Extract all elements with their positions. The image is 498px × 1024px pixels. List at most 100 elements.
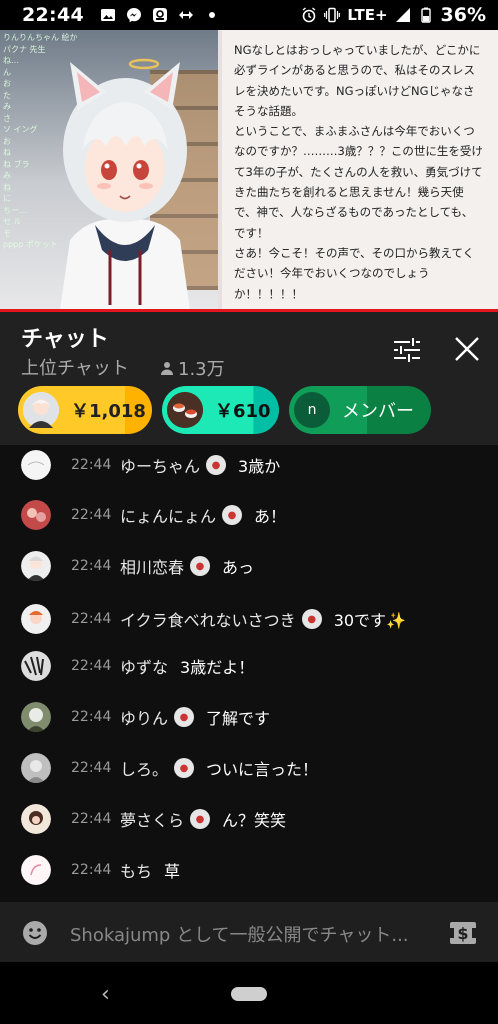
avatar: [21, 500, 51, 530]
message-author: ゆりん: [120, 709, 169, 728]
avatar: [21, 450, 51, 480]
message-author: 夢さくら: [120, 811, 185, 830]
chat-title: チャット: [21, 327, 109, 352]
chat-message[interactable]: 22:44 ゆずな 3歳だよ！: [0, 646, 498, 686]
status-time: 22:44: [22, 4, 84, 26]
message-author: しろ。: [120, 760, 169, 779]
message-author: 相川恋春: [120, 558, 185, 577]
status-bar: 22:44 LTE+ 36%: [0, 0, 498, 30]
message-text: 30です✨: [333, 611, 406, 630]
viewer-count-value: 1.3万: [178, 359, 225, 380]
message-text: 3歳か: [238, 457, 281, 476]
avatar: [21, 651, 51, 681]
message-time: 22:44: [71, 558, 112, 574]
viewer-count: 1.3万: [160, 355, 225, 381]
avatar: [167, 392, 203, 428]
message-time: 22:44: [71, 709, 112, 725]
member-badge-icon: ●: [301, 609, 322, 629]
message-text: 了解です: [206, 709, 271, 728]
message-author: ゆずな: [120, 658, 169, 677]
message-time: 22:44: [71, 811, 112, 827]
chat-message[interactable]: 22:44 にょんにょん ● あ！: [0, 495, 498, 535]
message-time: 22:44: [71, 658, 112, 674]
person-icon: [161, 362, 173, 375]
vtuber-avatar-art: [60, 58, 190, 310]
chat-message-list[interactable]: 22:44 ゆーちゃん ● 3歳か 22:44 にょんにょん ● あ！ 22:44 相川…: [0, 445, 498, 902]
avatar: [21, 804, 51, 834]
member-badge-icon: ●: [222, 505, 243, 525]
image-icon: [100, 9, 115, 21]
message-time: 22:44: [71, 862, 112, 878]
message-author: ゆーちゃん: [120, 457, 201, 476]
vibrate-icon: [324, 7, 341, 23]
message-text: あっ: [222, 558, 255, 577]
avatar: n: [294, 392, 330, 428]
super-chat-ticker: ￥1,018 ￥610 n メンバー: [18, 386, 431, 434]
battery-icon: [420, 7, 431, 23]
message-text: 草: [164, 862, 181, 881]
dot-icon: [208, 12, 215, 18]
member-pill[interactable]: n メンバー: [289, 386, 431, 434]
chat-header: チャット 上位チャット 1.3万 ￥1,018 ￥610 n メンバー: [0, 312, 498, 445]
super-chat-dollar-icon[interactable]: $: [449, 919, 477, 947]
chat-message[interactable]: 22:44 ゆーちゃん ● 3歳か: [0, 445, 498, 485]
member-badge-icon: ●: [174, 707, 195, 727]
arrows-icon: [178, 11, 193, 19]
chat-mode-dropdown[interactable]: 上位チャット: [21, 354, 129, 380]
avatar-initial: n: [307, 402, 317, 418]
chat-message[interactable]: 22:44 夢さくら ● ん？笑笑: [0, 799, 498, 839]
battery-percent: 36%: [440, 4, 486, 26]
network-type: LTE+: [347, 6, 388, 24]
chat-message[interactable]: 22:44 ゆりん ● 了解です: [0, 697, 498, 737]
chat-message[interactable]: 22:44 もち草: [0, 850, 498, 890]
emoji-picker-icon[interactable]: [22, 920, 48, 946]
super-chat-pill-1[interactable]: ￥1,018: [18, 386, 152, 434]
filter-sliders-icon[interactable]: [392, 336, 422, 364]
svg-text:$: $: [457, 924, 468, 943]
avatar: [21, 855, 51, 885]
video-player[interactable]: りんりんちゃん 絵かいたパクナ 先生ね…んおたみさソ イングおねね ブラみねにち…: [0, 30, 498, 312]
overlay-chat-line: りんりんちゃん 絵かいた: [3, 33, 77, 42]
member-badge-icon: ●: [190, 556, 211, 576]
message-time: 22:44: [71, 507, 112, 523]
chat-input[interactable]: Shokajump として一般公開でチャット...: [70, 921, 440, 947]
close-icon[interactable]: [452, 334, 482, 364]
navigation-bar: ‹: [0, 962, 498, 1024]
avatar: [21, 551, 51, 581]
chat-message[interactable]: 22:44 相川恋春 ● あっ: [0, 546, 498, 586]
home-pill-icon[interactable]: [231, 987, 267, 1001]
message-time: 22:44: [71, 611, 112, 627]
message-author: にょんにょん: [120, 507, 217, 526]
message-text: あ！: [254, 507, 287, 526]
chat-message[interactable]: 22:44 しろ。 ● ついに言った！: [0, 748, 498, 788]
message-time: 22:44: [71, 760, 112, 776]
avatar: [21, 702, 51, 732]
member-label: メンバー: [342, 401, 414, 422]
super-chat-pill-2[interactable]: ￥610: [162, 386, 279, 434]
alarm-icon: [302, 7, 316, 23]
back-chevron-icon[interactable]: ‹: [101, 982, 110, 1007]
member-badge-icon: ●: [190, 809, 211, 829]
video-caption-text: NGなしとはおっしゃっていましたが、どこかに 必ずラインがあると思うので、私はそ…: [234, 43, 483, 301]
super-chat-amount: ￥1,018: [71, 401, 146, 422]
message-time: 22:44: [71, 457, 112, 473]
message-text: 3歳だよ！: [180, 658, 255, 677]
chat-input-bar: Shokajump として一般公開でチャット... $: [0, 902, 498, 962]
video-stream-art: りんりんちゃん 絵かいたパクナ 先生ね…んおたみさソ イングおねね ブラみねにち…: [0, 30, 218, 310]
super-chat-amount: ￥610: [215, 401, 271, 422]
message-author: もち: [120, 862, 153, 881]
avatar: [23, 392, 59, 428]
app-icon: [152, 8, 167, 22]
avatar: [21, 753, 51, 783]
video-caption-panel: NGなしとはおっしゃっていましたが、どこかに 必ずラインがあると思うので、私はそ…: [222, 30, 498, 310]
member-badge-icon: ●: [206, 455, 227, 475]
message-author: イクラ食べれないさつき: [120, 611, 296, 630]
avatar: [21, 604, 51, 634]
messenger-icon: [126, 8, 141, 23]
message-text: ん？笑笑: [222, 811, 287, 830]
member-badge-icon: ●: [174, 758, 195, 778]
chat-message[interactable]: 22:44 イクラ食べれないさつき ● 30です✨: [0, 599, 498, 639]
message-text: ついに言った！: [206, 760, 319, 779]
signal-icon: [395, 8, 410, 22]
chat-mode-label: 上位チャット: [21, 358, 129, 379]
